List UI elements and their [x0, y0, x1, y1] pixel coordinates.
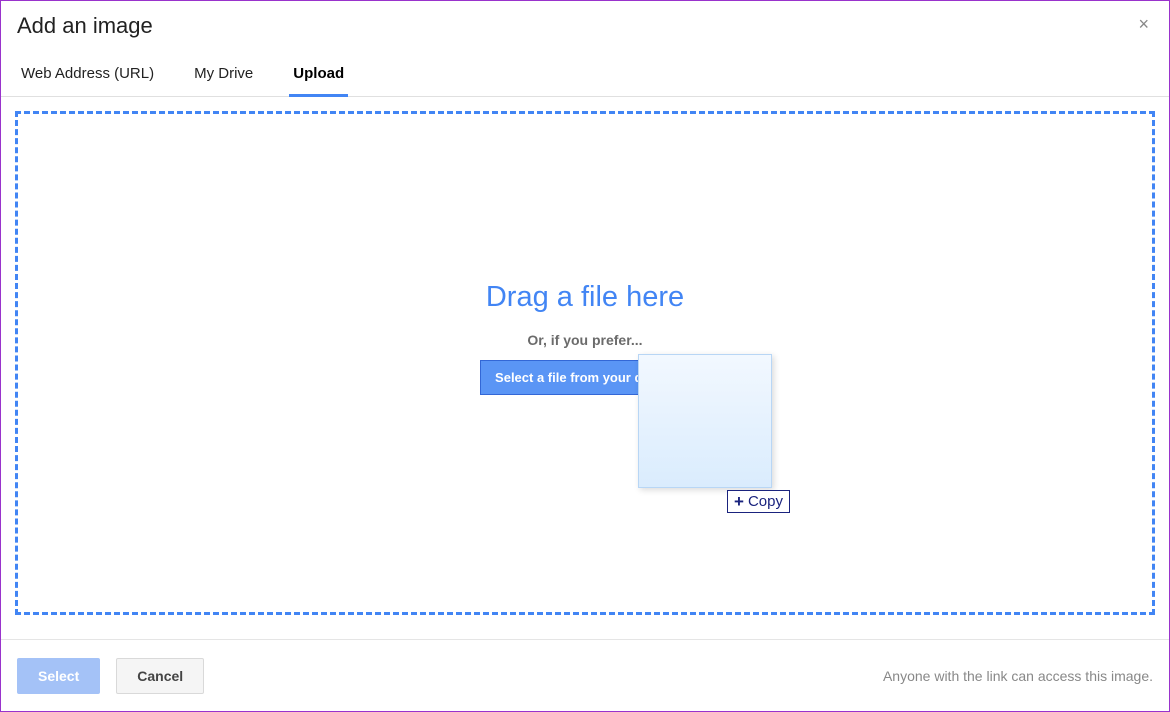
upload-dropzone[interactable]: Drag a file here Or, if you prefer... Se…	[15, 111, 1155, 615]
footer-buttons: Select Cancel	[17, 658, 204, 694]
footer-info-text: Anyone with the link can access this ima…	[883, 668, 1153, 684]
tab-my-drive[interactable]: My Drive	[190, 51, 257, 96]
close-icon[interactable]: ×	[1134, 14, 1153, 35]
cancel-button[interactable]: Cancel	[116, 658, 204, 694]
copy-badge: + Copy	[727, 490, 790, 513]
copy-badge-text: Copy	[748, 493, 783, 510]
or-text: Or, if you prefer...	[480, 332, 690, 348]
tab-upload[interactable]: Upload	[289, 51, 348, 96]
tab-web-address[interactable]: Web Address (URL)	[17, 51, 158, 96]
dialog-footer: Select Cancel Anyone with the link can a…	[1, 639, 1169, 711]
drag-instruction: Drag a file here	[480, 281, 690, 314]
dialog-title: Add an image	[17, 13, 153, 39]
content-area: Drag a file here Or, if you prefer... Se…	[1, 97, 1169, 629]
dialog-header: Add an image ×	[1, 1, 1169, 51]
drag-preview-ghost	[638, 354, 772, 488]
plus-icon: +	[734, 493, 744, 510]
select-button[interactable]: Select	[17, 658, 100, 694]
tab-bar: Web Address (URL) My Drive Upload	[1, 51, 1169, 97]
